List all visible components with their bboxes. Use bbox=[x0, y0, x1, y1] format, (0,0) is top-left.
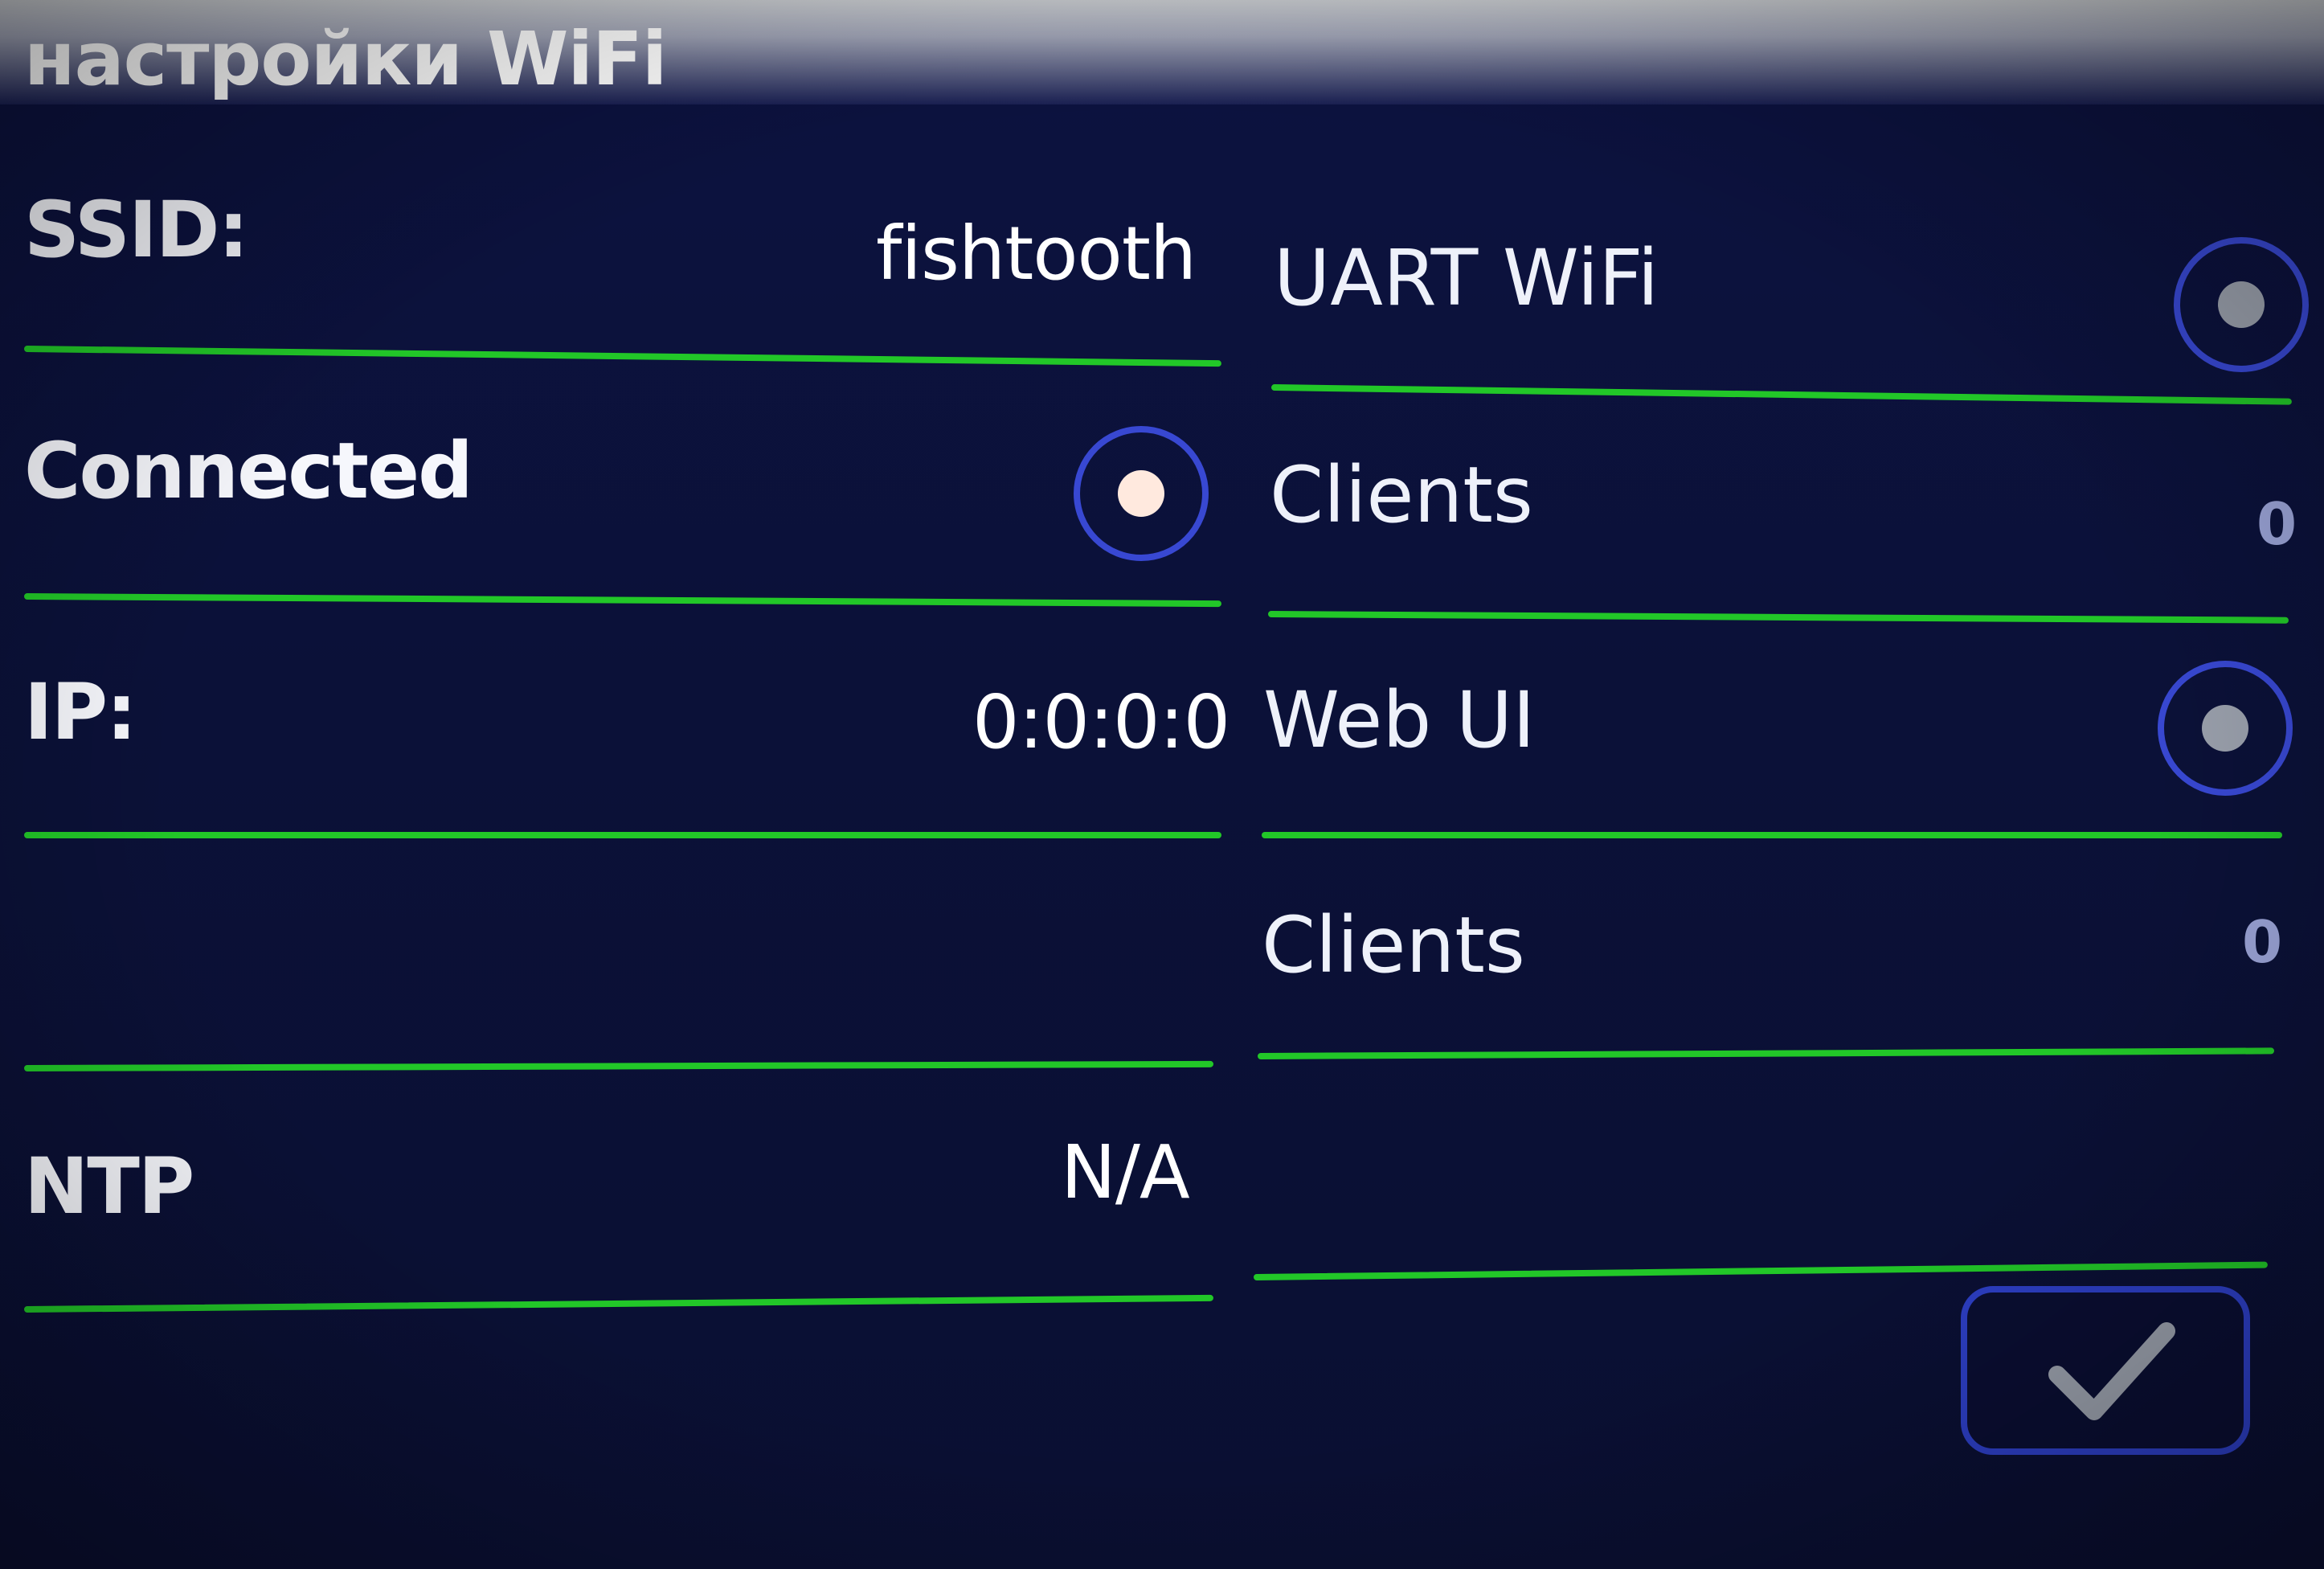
ssid-value: fishtooth bbox=[876, 211, 1197, 297]
connected-indicator bbox=[1074, 426, 1209, 561]
ip-value: 0:0:0:0 bbox=[972, 679, 1230, 765]
uart-wifi-dot bbox=[2218, 281, 2265, 328]
web-ui-label: Web UI bbox=[1263, 675, 1536, 765]
connected-dot bbox=[1118, 470, 1164, 517]
ntp-value: N/A bbox=[1061, 1129, 1190, 1215]
web-ui-toggle[interactable] bbox=[2158, 661, 2293, 796]
wifi-settings-screen: настройки WiFi SSID: fishtooth Connected… bbox=[0, 0, 2324, 1569]
divider-uart bbox=[1270, 384, 2292, 405]
uart-clients-count: 0 bbox=[2256, 490, 2297, 558]
divider-empty bbox=[23, 1060, 1214, 1071]
ntp-label: NTP bbox=[24, 1141, 194, 1231]
connected-label: Connected bbox=[24, 426, 473, 516]
divider-web-ui-clients bbox=[1257, 1047, 2275, 1059]
page-title: настройки WiFi bbox=[24, 16, 667, 102]
web-ui-dot bbox=[2202, 705, 2248, 752]
checkmark-icon bbox=[2048, 1322, 2175, 1420]
uart-clients-label: Clients bbox=[1270, 450, 1533, 540]
divider-ntp bbox=[23, 1294, 1213, 1313]
uart-wifi-label: UART WiFi bbox=[1274, 233, 1659, 323]
divider-right-empty bbox=[1253, 1261, 2268, 1280]
divider-uart-clients bbox=[1267, 611, 2289, 624]
ssid-label: SSID: bbox=[24, 185, 249, 275]
divider-connected bbox=[23, 593, 1221, 608]
confirm-button[interactable] bbox=[1961, 1286, 2250, 1455]
web-ui-clients-label: Clients bbox=[1262, 900, 1525, 990]
uart-wifi-toggle[interactable] bbox=[2174, 237, 2309, 372]
divider-web-ui bbox=[1262, 832, 2282, 838]
web-ui-clients-count: 0 bbox=[2242, 908, 2283, 976]
ip-label: IP: bbox=[24, 667, 137, 757]
divider-ssid bbox=[23, 346, 1221, 367]
divider-ip bbox=[24, 832, 1221, 838]
